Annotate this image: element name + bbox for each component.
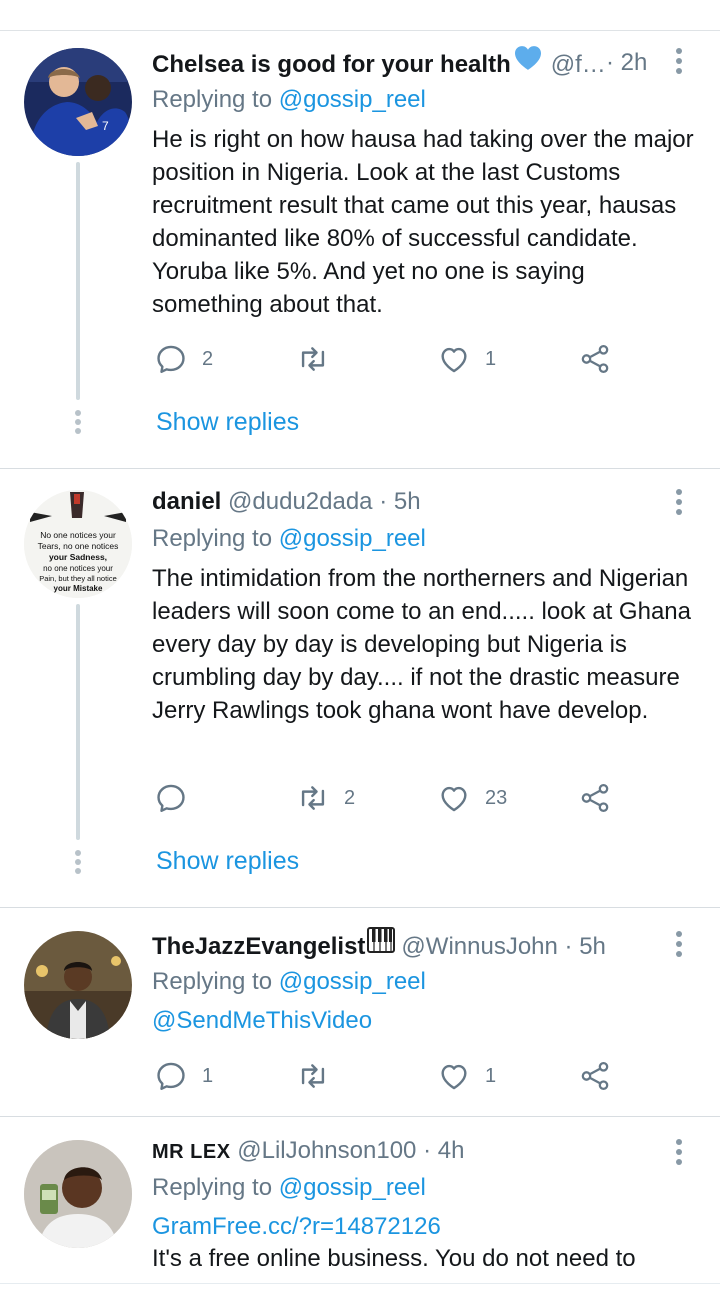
display-name[interactable]: MR LEX [152,1141,231,1163]
share-icon [578,781,612,815]
retweet-button[interactable] [296,1056,344,1096]
tweet-text: The intimidation from the northerners an… [152,565,691,724]
username-handle[interactable]: @LilJohnson100 [237,1137,416,1164]
tweet[interactable]: MR LEX @LilJohnson100 · 4h Replying to @… [0,1118,720,1284]
tweet-header[interactable]: Chelsea is good for your health @f… [152,45,664,81]
heart-icon [437,342,471,376]
replying-to-label: Replying to [152,86,273,113]
show-replies-link[interactable]: Show replies [156,406,299,438]
reply-icon [154,342,188,376]
retweet-icon [296,342,330,376]
display-name[interactable]: TheJazzEvangelist [152,933,365,960]
timestamp[interactable]: · 2h [606,45,647,81]
show-replies-link[interactable]: Show replies [156,845,299,877]
avatar-caption-line: your Sadness, [49,552,107,562]
avatar-caption-line: Tears, no one notices [38,541,119,551]
tweet-actions: 2 23 [152,778,632,818]
timestamp[interactable]: · 5h [565,933,606,960]
like-count: 23 [485,786,508,809]
replying-to: Replying to @gossip_reel [152,1172,426,1204]
reply-button[interactable]: 2 [154,339,213,379]
tweet[interactable]: No one notices your Tears, no one notice… [0,470,720,908]
retweet-button[interactable]: 2 [296,778,355,818]
replying-to-label: Replying to [152,1174,273,1201]
replying-to-handle[interactable]: @gossip_reel [279,525,426,552]
retweet-button[interactable] [296,339,344,379]
tweet-text: He is right on how hausa had taking over… [152,126,694,318]
username-handle[interactable]: @f… [551,51,606,78]
thread-ellipsis [75,410,81,437]
blue-heart-emoji [513,45,543,81]
display-name[interactable]: Chelsea is good for your health [152,51,511,78]
like-button[interactable]: 23 [437,778,507,818]
tweet-divider [0,907,720,908]
mention-link[interactable]: @SendMeThisVideo [152,1005,372,1037]
more-vertical-icon[interactable] [676,48,684,78]
share-button[interactable] [578,339,612,379]
more-vertical-icon[interactable] [676,931,684,961]
avatar[interactable] [24,1140,132,1248]
heart-icon [437,1059,471,1093]
tweet[interactable]: 7 Chelsea is good for your health @f… · 2… [0,0,720,470]
like-count: 1 [485,1064,497,1087]
tweet-actions: 2 1 [152,339,632,379]
avatar[interactable] [24,931,132,1039]
svg-text:7: 7 [102,119,109,133]
reply-count: 2 [202,347,214,370]
share-button[interactable] [578,1056,612,1096]
tweet-divider [0,1116,720,1117]
share-button[interactable] [578,778,612,818]
like-button[interactable]: 1 [437,339,496,379]
avatar-caption-line: no one notices your [43,564,113,573]
heart-icon [437,781,471,815]
tweet-actions: 1 1 [152,1056,632,1096]
timestamp[interactable]: · 5h [379,488,420,515]
retweet-icon [296,781,330,815]
reply-icon [154,781,188,815]
username-handle[interactable]: @dudu2dada [228,488,373,515]
tweet-divider [0,468,720,469]
replying-to: Replying to @gossip_reel [152,966,426,998]
retweet-icon [296,1059,330,1093]
share-icon [578,342,612,376]
more-vertical-icon[interactable] [676,489,684,519]
external-link[interactable]: GramFree.cc/?r=14872126 [152,1211,441,1243]
like-count: 1 [485,347,497,370]
username-handle[interactable]: @WinnusJohn [401,933,557,960]
replying-to-handle[interactable]: @gossip_reel [279,968,426,995]
replying-to-label: Replying to [152,968,273,995]
reply-icon [154,1059,188,1093]
replying-to: Replying to @gossip_reel [152,84,426,116]
replying-to-label: Replying to [152,525,273,552]
avatar[interactable]: 7 [24,48,132,156]
reply-count: 1 [202,1064,214,1087]
tweet-header[interactable]: TheJazzEvangelist @WinnusJohn · 5h [152,927,664,963]
retweet-count: 2 [344,786,356,809]
avatar-caption-line: No one notices your [40,530,116,540]
share-icon [578,1059,612,1093]
bottom-divider [0,1283,720,1284]
tweet-text: It's a free online business. You do not … [152,1245,636,1272]
piano-emoji [367,927,396,963]
thread-ellipsis [75,850,81,877]
avatar[interactable]: No one notices your Tears, no one notice… [24,490,132,598]
more-vertical-icon[interactable] [676,1139,684,1169]
display-name[interactable]: daniel [152,488,221,515]
reply-button[interactable]: 1 [154,1056,213,1096]
tweet-header[interactable]: MR LEX @LilJohnson100 · 4h [152,1133,664,1169]
avatar-caption-line: your Mistake [54,584,103,593]
thread-line [76,162,80,400]
like-button[interactable]: 1 [437,1056,496,1096]
avatar-caption-line: Pain, but they all notice [39,574,117,583]
replying-to-handle[interactable]: @gossip_reel [279,1174,426,1201]
timestamp[interactable]: · 4h [423,1137,464,1164]
replying-to-handle[interactable]: @gossip_reel [279,86,426,113]
tweet-header[interactable]: daniel @dudu2dada · 5h [152,484,664,520]
thread-line [76,604,80,840]
tweet[interactable]: TheJazzEvangelist @WinnusJohn · 5h Replyi… [0,909,720,1117]
replying-to: Replying to @gossip_reel [152,523,426,555]
reply-button[interactable] [154,778,202,818]
